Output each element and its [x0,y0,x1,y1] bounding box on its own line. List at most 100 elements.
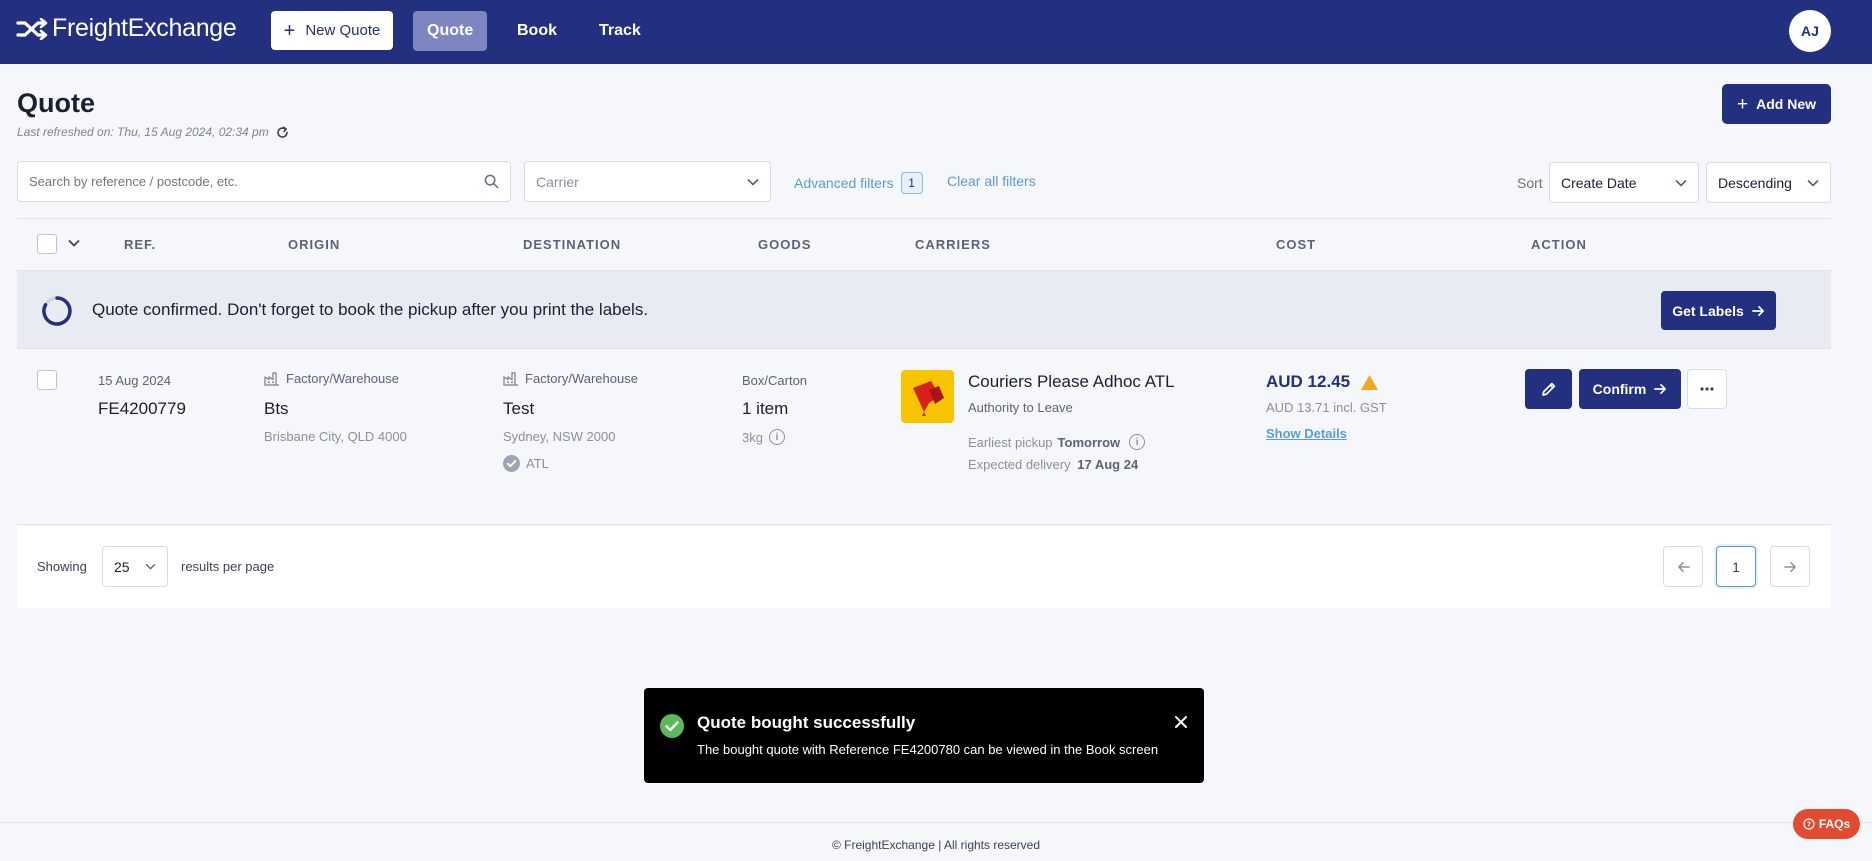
origin-address: Brisbane City, QLD 4000 [264,429,407,444]
add-new-button[interactable]: + Add New [1722,84,1831,124]
new-quote-label: New Quote [305,22,381,39]
pagination-bar: Showing 25 results per page 1 [17,526,1831,608]
column-header-carriers: CARRIERS [915,237,991,252]
factory-icon [503,372,518,386]
destination-type: Factory/Warehouse [503,371,638,386]
nav-tab-quote[interactable]: Quote [413,11,488,51]
warning-icon[interactable] [1360,374,1379,391]
quote-cost-gst: AUD 13.71 incl. GST [1266,400,1387,415]
goods-weight-value: 3kg [742,429,763,445]
table-header: REF. ORIGIN DESTINATION GOODS CARRIERS C… [17,218,1831,271]
clear-all-filters-link[interactable]: Clear all filters [947,173,1036,189]
showing-label: Showing [37,559,87,574]
origin-type-label: Factory/Warehouse [286,371,399,386]
expected-delivery-value: 17 Aug 24 [1077,457,1139,472]
nav-tab-track[interactable]: Track [585,11,655,51]
refresh-icon[interactable] [276,125,289,139]
info-icon[interactable]: i [1129,434,1146,450]
faqs-button[interactable]: ? FAQs [1793,809,1860,839]
toast-message: The bought quote with Reference FE420078… [697,742,1159,757]
confirm-label: Confirm [1592,381,1647,397]
more-options-button[interactable] [1687,369,1727,409]
factory-icon [264,372,279,386]
pencil-icon [1541,382,1555,396]
svg-text:?: ? [1807,821,1811,829]
quote-date: 15 Aug 2024 [98,373,172,388]
column-header-origin: ORIGIN [288,237,341,252]
carrier-select-value: Carrier [536,173,579,190]
nav-tab-book[interactable]: Book [503,11,571,51]
search-box[interactable] [17,161,511,202]
chevron-down-icon [145,563,156,570]
arrow-right-icon [1783,561,1796,572]
success-toast: Quote bought successfully The bought quo… [644,688,1204,783]
show-details-link[interactable]: Show Details [1266,426,1347,441]
plus-icon: + [283,19,296,42]
previous-page-button[interactable] [1663,546,1703,587]
advanced-filters-label: Advanced filters [794,175,894,191]
brand-logo[interactable]: FreightExchange [16,14,237,43]
column-header-cost: COST [1276,237,1317,252]
destination-address: Sydney, NSW 2000 [503,429,616,444]
last-refreshed: Last refreshed on: Thu, 15 Aug 2024, 02:… [17,125,289,139]
toast-title: Quote bought successfully [697,713,916,732]
table-row: 15 Aug 2024 FE4200779 Factory/Warehouse … [17,349,1831,525]
origin-name: Bts [264,399,289,418]
quote-cost: AUD 12.45 [1266,372,1379,392]
faqs-label: FAQs [1818,817,1851,831]
shuffle-icon [16,17,48,40]
new-quote-button[interactable]: + New Quote [271,11,393,50]
check-circle-icon [503,455,520,472]
next-page-button[interactable] [1770,546,1810,587]
close-icon[interactable] [1174,715,1188,729]
destination-atl-label: ATL [526,456,549,471]
column-header-destination: DESTINATION [523,237,622,252]
carrier-select[interactable]: Carrier [524,161,771,202]
edit-quote-button[interactable] [1525,369,1572,409]
search-icon[interactable] [484,174,499,189]
page-button-current[interactable]: 1 [1716,546,1756,587]
sort-field-select[interactable]: Create Date [1549,162,1699,203]
advanced-filters-link[interactable]: Advanced filters 1 [794,172,923,194]
origin-type: Factory/Warehouse [264,371,399,386]
column-header-ref: REF. [124,237,157,252]
quote-reference[interactable]: FE4200779 [98,399,186,419]
destination-type-label: Factory/Warehouse [525,371,638,386]
get-labels-button[interactable]: Get Labels [1661,291,1776,330]
copyright-text: © FreightExchange | All rights reserved [831,838,1041,852]
banner-message: Quote confirmed. Don't forget to book th… [92,300,649,319]
arrow-right-icon [1751,305,1764,316]
column-header-action: ACTION [1531,237,1587,252]
earliest-pickup-value: Tomorrow [1057,434,1121,450]
advanced-filters-count-badge: 1 [900,172,923,194]
arrow-left-icon [1677,561,1690,572]
info-icon[interactable]: i [768,429,785,445]
select-all-checkbox[interactable] [37,234,57,254]
earliest-pickup: Earliest pickup Tomorrow i [968,434,1146,450]
get-labels-label: Get Labels [1672,302,1744,319]
sort-direction-select[interactable]: Descending [1706,162,1831,203]
page-title: Quote [17,88,95,118]
chevron-down-icon [747,178,759,186]
user-avatar[interactable]: AJ [1789,10,1831,52]
carrier-service: Authority to Leave [968,400,1073,415]
more-horizontal-icon [1700,387,1714,391]
sort-field-value: Create Date [1561,174,1637,191]
goods-type: Box/Carton [742,373,808,388]
confirm-button[interactable]: Confirm [1579,369,1681,409]
per-page-select[interactable]: 25 [102,546,168,587]
sort-label: Sort [1517,175,1543,191]
help-circle-icon: ? [1803,818,1815,830]
search-input[interactable] [29,174,484,189]
destination-atl: ATL [503,455,549,472]
row-checkbox[interactable] [37,370,57,390]
loading-spinner-icon [42,296,72,326]
success-check-icon [660,714,684,738]
sort-direction-value: Descending [1718,174,1792,191]
carrier-logo [901,370,954,423]
expected-delivery-label: Expected delivery [968,457,1071,472]
chevron-down-icon[interactable] [68,239,80,247]
results-per-page-label: results per page [181,559,275,574]
earliest-pickup-label: Earliest pickup [968,434,1053,450]
per-page-value: 25 [114,558,130,575]
